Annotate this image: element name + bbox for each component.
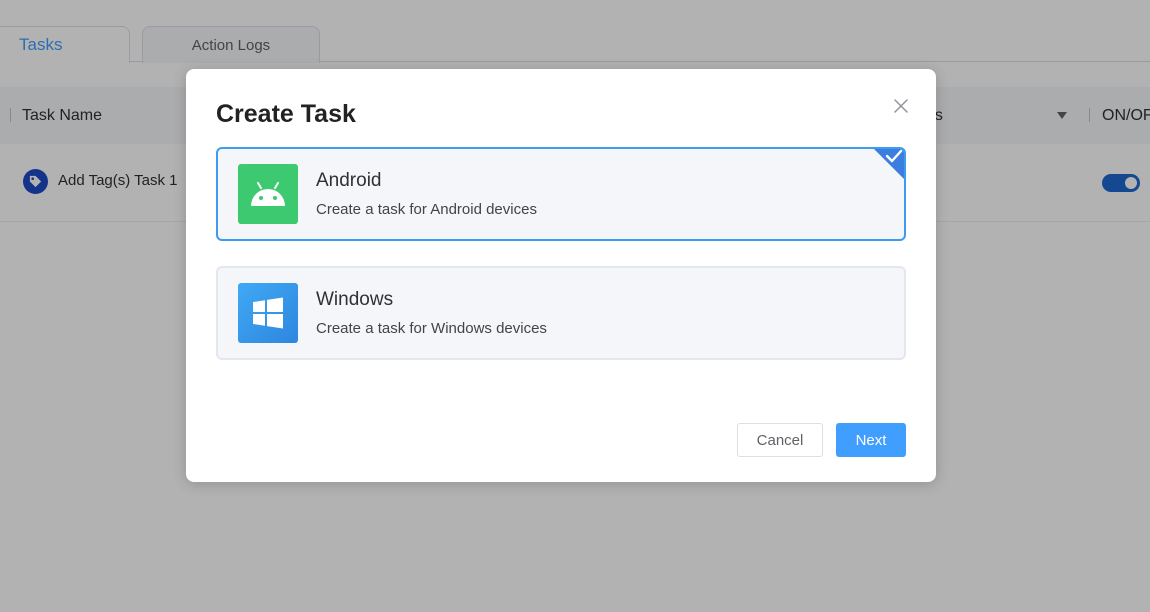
create-task-dialog: Create Task Android Create a task for An… bbox=[186, 69, 936, 482]
android-icon bbox=[238, 164, 298, 224]
windows-icon bbox=[238, 283, 298, 343]
option-title: Windows bbox=[316, 289, 394, 310]
close-icon[interactable] bbox=[890, 95, 912, 117]
option-windows[interactable]: Windows Create a task for Windows device… bbox=[216, 266, 906, 360]
cancel-button[interactable]: Cancel bbox=[737, 423, 823, 457]
selected-check-icon bbox=[872, 149, 904, 181]
dialog-title: Create Task bbox=[216, 100, 356, 128]
next-button[interactable]: Next bbox=[836, 423, 906, 457]
option-description: Create a task for Windows devices bbox=[316, 320, 547, 337]
option-description: Create a task for Android devices bbox=[316, 201, 537, 218]
option-title: Android bbox=[316, 170, 382, 191]
option-android[interactable]: Android Create a task for Android device… bbox=[216, 147, 906, 241]
